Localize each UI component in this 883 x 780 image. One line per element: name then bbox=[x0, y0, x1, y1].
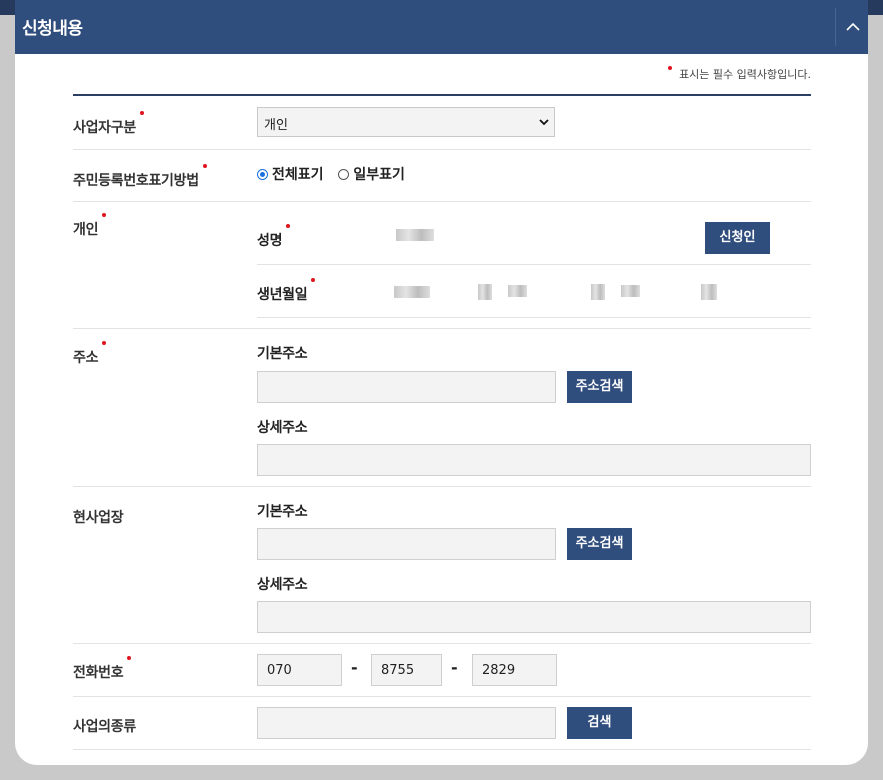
address-detail-input[interactable] bbox=[257, 444, 811, 476]
panel-header: 신청내용 bbox=[15, 0, 868, 54]
required-dot-icon bbox=[102, 213, 107, 217]
sub-row-divider bbox=[257, 317, 811, 318]
form-top-divider bbox=[73, 94, 811, 96]
application-panel: 신청내용 표시는 필수 입력사항입니다. 사업자구분 개인 주민등록번호표기방법… bbox=[15, 0, 868, 765]
row-divider bbox=[73, 328, 811, 329]
collapse-button[interactable] bbox=[835, 8, 868, 46]
required-dot-icon bbox=[668, 66, 673, 70]
id-display-radio-group: 전체표기 일부표기 bbox=[257, 164, 415, 184]
phone-separator: - bbox=[451, 658, 458, 677]
row-divider bbox=[73, 149, 811, 150]
address-basic-label: 기본주소 bbox=[257, 346, 308, 362]
business-type-input[interactable] bbox=[257, 707, 556, 739]
worksite-basic-input[interactable] bbox=[257, 528, 556, 560]
radio-full[interactable] bbox=[257, 168, 268, 180]
personal-label: 개인 bbox=[73, 213, 107, 239]
row-divider bbox=[73, 201, 811, 202]
worksite-label: 현사업장 bbox=[73, 510, 124, 526]
name-value-redacted bbox=[396, 229, 434, 241]
row-divider bbox=[73, 643, 811, 644]
chevron-up-icon bbox=[846, 22, 860, 31]
chevron-down-icon bbox=[539, 119, 549, 126]
required-dot-icon bbox=[311, 278, 316, 282]
address-search-button[interactable]: 주소검색 bbox=[567, 371, 632, 403]
applicant-button[interactable]: 신청인 bbox=[705, 222, 770, 254]
name-label: 성명 bbox=[257, 224, 291, 250]
birthdate-label: 생년월일 bbox=[257, 278, 316, 304]
birth-month-redacted bbox=[508, 285, 527, 297]
worksite-detail-input[interactable] bbox=[257, 601, 811, 633]
address-detail-label: 상세주소 bbox=[257, 420, 308, 436]
phone-label: 전화번호 bbox=[73, 656, 132, 682]
phone-part3-input[interactable]: 2829 bbox=[472, 654, 557, 686]
panel-title: 신청내용 bbox=[22, 19, 83, 39]
worksite-search-button[interactable]: 주소검색 bbox=[567, 528, 632, 560]
birth-day-redacted bbox=[621, 285, 640, 297]
applicant-type-label: 사업자구분 bbox=[73, 111, 144, 137]
birth-year-redacted bbox=[394, 286, 430, 298]
address-label: 주소 bbox=[73, 341, 107, 367]
radio-partial-label[interactable]: 일부표기 bbox=[353, 167, 405, 183]
business-type-label: 사업의종류 bbox=[73, 719, 136, 735]
phone-separator: - bbox=[351, 658, 358, 677]
row-divider bbox=[73, 696, 811, 697]
worksite-basic-label: 기본주소 bbox=[257, 504, 308, 520]
address-basic-input[interactable] bbox=[257, 371, 556, 403]
required-dot-icon bbox=[286, 224, 291, 228]
birth-sep-redacted bbox=[591, 284, 605, 300]
required-note: 표시는 필수 입력사항입니다. bbox=[668, 66, 811, 82]
required-dot-icon bbox=[127, 656, 132, 660]
birth-sep-redacted bbox=[478, 284, 492, 300]
row-divider bbox=[73, 749, 811, 750]
worksite-detail-label: 상세주소 bbox=[257, 577, 308, 593]
radio-full-label[interactable]: 전체표기 bbox=[272, 167, 324, 183]
required-dot-icon bbox=[139, 111, 144, 115]
required-dot-icon bbox=[202, 164, 207, 168]
row-divider bbox=[73, 486, 811, 487]
applicant-type-select[interactable]: 개인 bbox=[257, 107, 555, 137]
phone-part1-input[interactable]: 070 bbox=[257, 654, 342, 686]
sub-row-divider bbox=[257, 264, 811, 265]
radio-partial[interactable] bbox=[338, 168, 350, 180]
id-display-label: 주민등록번호표기방법 bbox=[73, 164, 207, 190]
business-type-search-button[interactable]: 검색 bbox=[567, 707, 632, 739]
phone-part2-input[interactable]: 8755 bbox=[371, 654, 442, 686]
required-dot-icon bbox=[102, 341, 107, 345]
birth-suffix-redacted bbox=[701, 284, 717, 300]
